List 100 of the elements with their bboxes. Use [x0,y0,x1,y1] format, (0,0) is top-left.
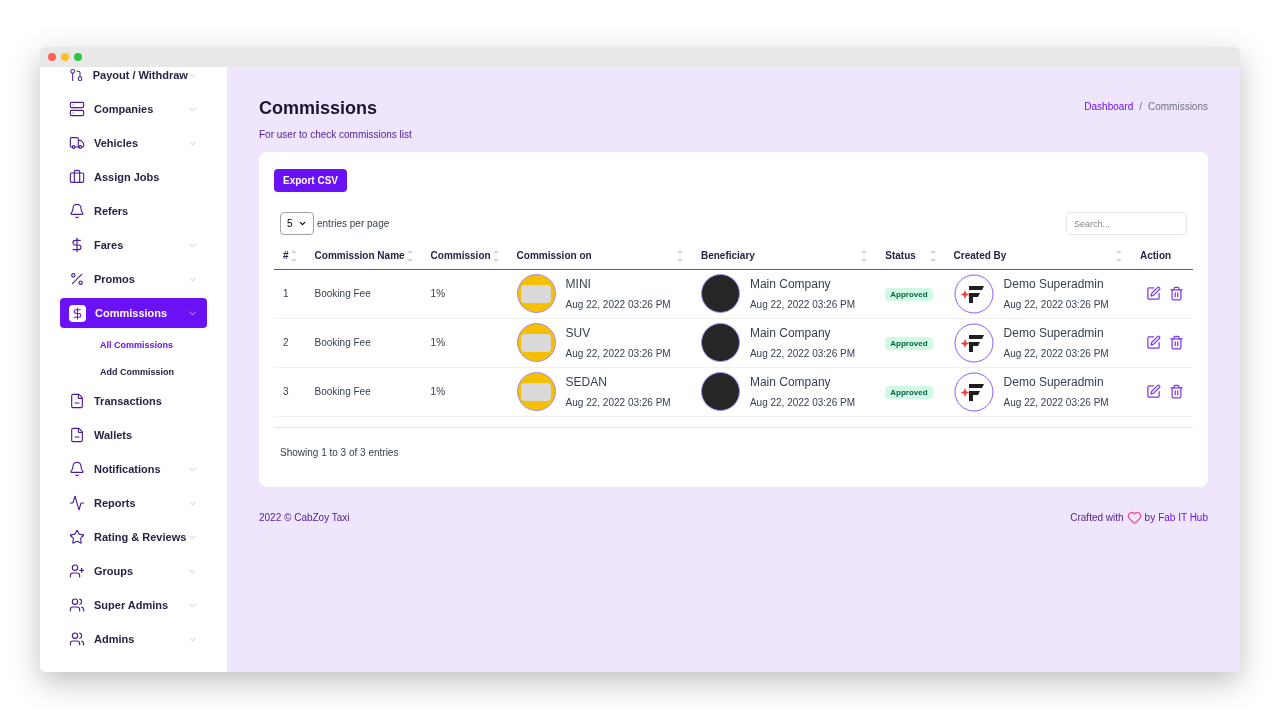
date-text: Aug 22, 2022 03:26 PM [565,396,671,410]
sidebar-item[interactable]: Rating & Reviews [60,522,207,552]
sidebar-item[interactable]: Wallets [60,420,207,450]
photo-placeholder [516,274,556,313]
photo-placeholder [516,323,556,362]
logo-placeholder [700,274,740,313]
vehicle-name: SEDAN [565,374,608,391]
heart-icon [1126,509,1142,525]
photo-placeholder [516,372,556,411]
logo-icon [953,273,994,314]
column-header[interactable]: # [274,243,306,269]
date-text: Aug 22, 2022 03:26 PM [1003,347,1109,361]
edit-icon[interactable] [1146,384,1161,399]
column-header[interactable]: Beneficiary [691,243,877,269]
logo-icon [953,322,994,363]
sidebar-item[interactable]: Transactions [60,386,207,416]
column-header[interactable]: Commission on [507,243,692,269]
table-cell: Booking Fee [305,318,422,367]
column-header[interactable]: Commission Name [305,243,422,269]
creator-name: Demo Superadmin [1003,325,1105,342]
status-badge: Approved [885,288,933,301]
sidebar-item[interactable]: Notifications [60,454,207,484]
branch-icon [69,67,84,83]
table-info: Showing 1 to 3 of 3 entries [280,446,399,458]
sort-icon [290,248,297,263]
server-icon [69,101,85,117]
sidebar-item[interactable]: Admins [60,624,207,654]
author-link[interactable]: Fab IT Hub [1158,509,1208,525]
export-button[interactable]: Export CSV [274,169,347,192]
column-header: Action [1131,243,1193,269]
date-text: Aug 22, 2022 03:26 PM [749,396,855,410]
date-text: Aug 22, 2022 03:26 PM [565,298,671,312]
sidebar-item[interactable]: Refers [60,196,207,226]
breadcrumb-separator: / [1139,100,1142,114]
column-header[interactable]: Created By [944,243,1131,269]
sidebar-item[interactable]: Fares [60,230,207,260]
table-cell: 1 [274,269,306,318]
vehicle-name: MINI [565,276,592,293]
crafted-text: Crafted with [1070,510,1124,525]
page-title: Commissions [259,97,379,119]
date-text: Aug 22, 2022 03:26 PM [749,298,855,312]
sidebar-item[interactable]: Vehicles [60,128,207,158]
sort-icon [861,248,868,263]
sidebar-item[interactable]: Promos [60,264,207,294]
table-cell: 1% [421,269,508,318]
sort-icon [1116,248,1122,263]
copyright-text: 2022 © CabZoy Taxi [259,510,350,525]
creator-name: Demo Superadmin [1003,374,1105,391]
vehicle-name: SUV [565,325,592,342]
chevron-icon [298,219,307,228]
page-size-select[interactable]: 5 [280,212,314,235]
star-icon [69,529,85,545]
logo-icon [953,371,994,412]
table-cell: 1% [421,367,508,416]
sidebar-item[interactable]: Companies [60,94,207,124]
users-icon [69,597,85,613]
logo-placeholder [700,372,740,411]
sort-icon [492,248,499,263]
users-icon [69,631,85,647]
creator-name: Demo Superadmin [1003,276,1105,293]
breadcrumb-current: Commissions [1148,100,1208,114]
sidebar-item[interactable]: Super Admins [60,590,207,620]
status-badge: Approved [885,337,933,350]
beneficiary-name: Main Company [749,276,832,293]
briefcase-icon [69,169,85,185]
document-icon [69,393,85,409]
sort-icon [676,248,683,263]
sidebar-subitem[interactable]: All Commissions [60,332,207,359]
column-header[interactable]: Commission [421,243,508,269]
sidebar-item[interactable]: Assign Jobs [60,162,207,192]
table-cell: Booking Fee [305,367,422,416]
search-field[interactable]: Search... [1066,212,1187,235]
delete-icon[interactable] [1169,384,1184,399]
by-text: by [1144,510,1156,525]
delete-icon[interactable] [1169,286,1184,301]
edit-icon[interactable] [1146,286,1161,301]
page-subtitle: For user to check commissions list [259,128,412,142]
table-cell: Booking Fee [305,269,422,318]
breadcrumb-link[interactable]: Dashboard [1084,99,1134,114]
edit-icon[interactable] [1146,335,1161,350]
beneficiary-name: Main Company [749,325,832,342]
date-text: Aug 22, 2022 03:26 PM [1003,298,1109,312]
status-badge: Approved [885,386,933,399]
delete-icon[interactable] [1169,335,1184,350]
date-text: Aug 22, 2022 03:26 PM [749,347,855,361]
bell-icon [69,203,85,219]
pulse-icon [69,495,85,511]
document-icon [69,427,85,443]
column-header[interactable]: Status [876,243,945,269]
page-size-label: entries per page [317,217,390,231]
beneficiary-name: Main Company [749,374,832,391]
sidebar-item[interactable]: Commissions [60,298,207,328]
sidebar-item[interactable]: Payout / Withdraw [60,67,207,90]
sidebar-subitem[interactable]: Add Commission [60,359,207,386]
sidebar-item[interactable]: Reports [60,488,207,518]
truck-icon [69,135,85,151]
user-plus-icon [69,563,85,579]
date-text: Aug 22, 2022 03:26 PM [565,347,671,361]
sidebar-item[interactable]: Groups [60,556,207,586]
table-cell: 2 [274,318,306,367]
